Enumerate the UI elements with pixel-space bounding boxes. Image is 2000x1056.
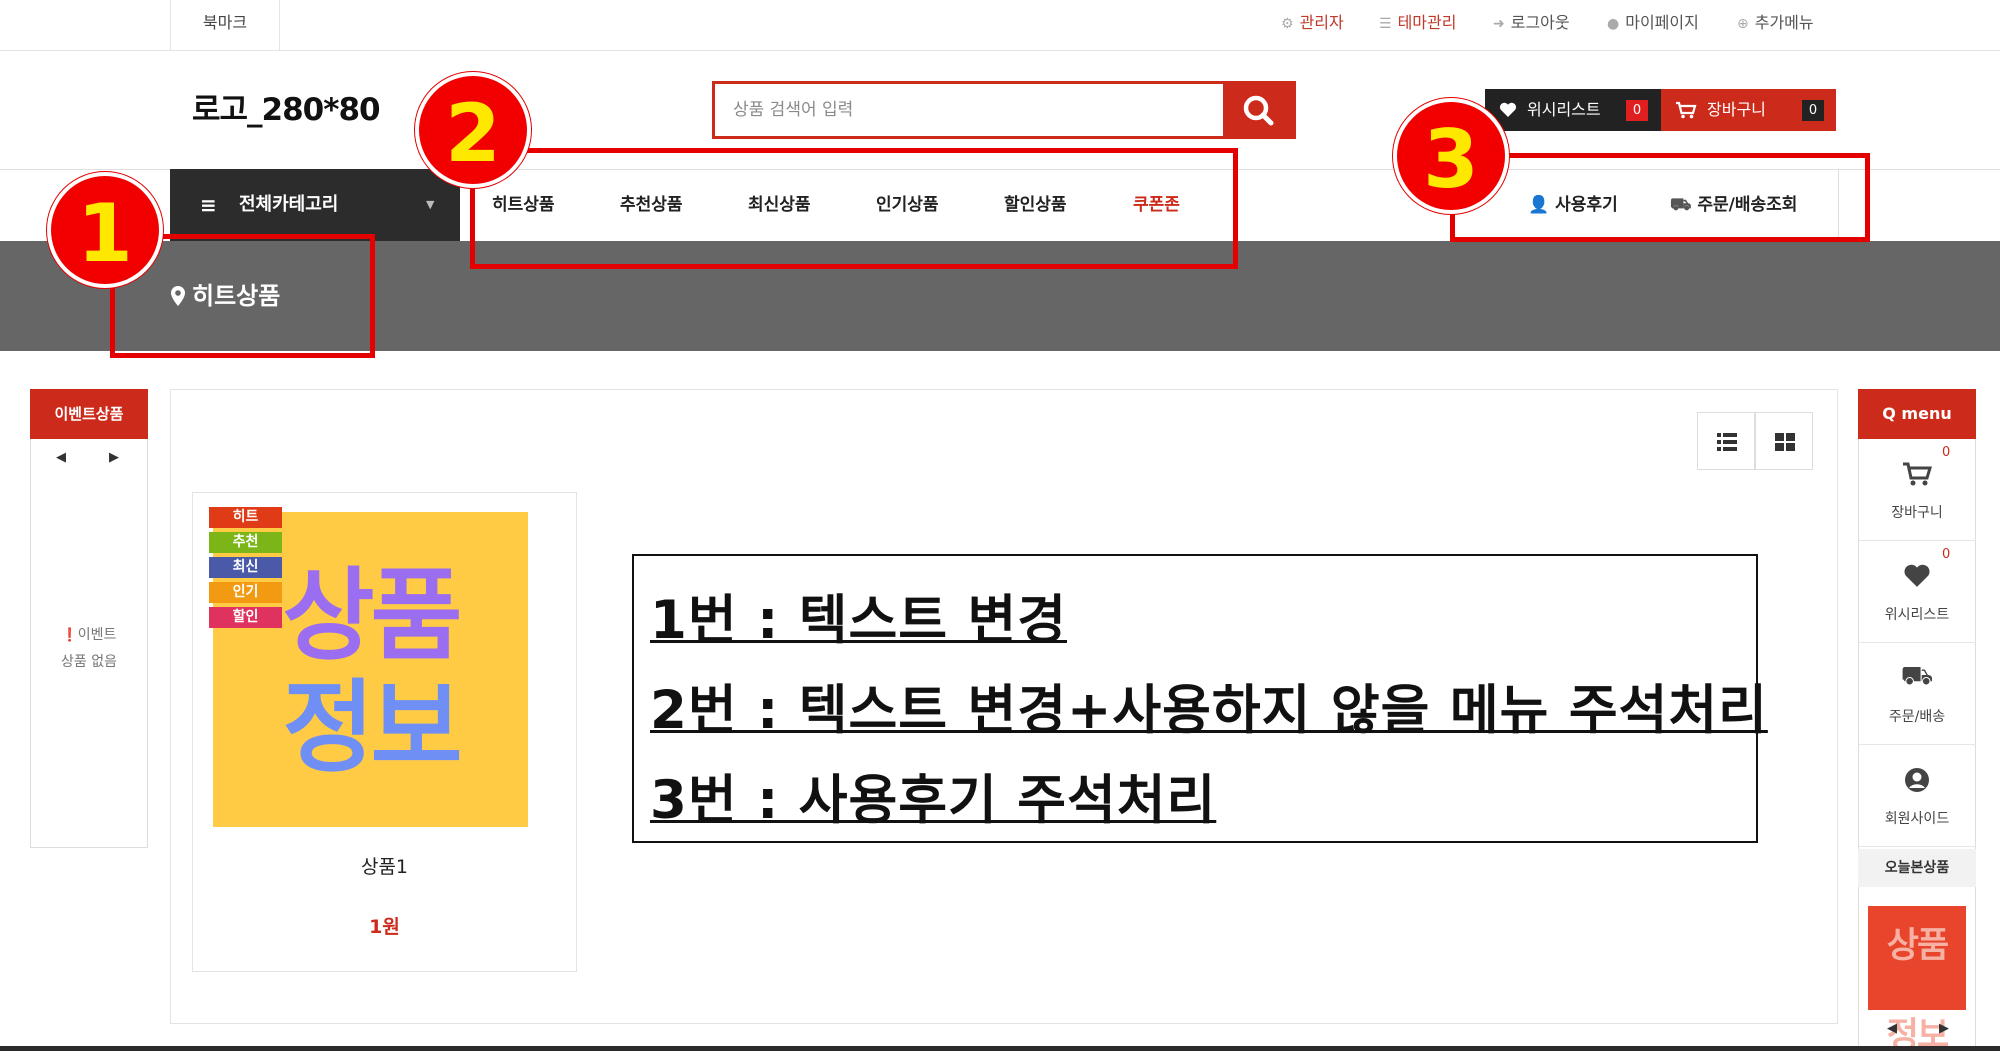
annotation-line-3: 3번 : 사용후기 주석처리 (650, 770, 1217, 831)
caret-down-icon: ▼ (426, 198, 435, 211)
event-title: 이벤트상품 (30, 389, 148, 439)
quick-cart-label: 장바구니 (1891, 505, 1943, 521)
annotation-box-2 (470, 148, 1238, 269)
recent-next-arrow[interactable]: ▶ (1939, 1021, 1949, 1036)
cart-icon (1903, 462, 1932, 486)
logout-label: 로그아웃 (1510, 13, 1570, 32)
tag-new: 최신 (209, 557, 282, 578)
search-input[interactable] (715, 84, 1251, 136)
event-empty-line1: 이벤트 (77, 627, 117, 643)
event-next-arrow[interactable]: ▶ (109, 450, 119, 465)
annotation-marker-3: 3 (1393, 98, 1509, 214)
admin-link[interactable]: ⚙ 관리자 (1281, 0, 1344, 46)
thumb-text: 상품 정보 (1886, 926, 1949, 1056)
hamburger-icon: ≡ (200, 193, 217, 217)
recently-viewed-title: 오늘본상품 (1858, 849, 1976, 887)
annotation-marker-1: 1 (47, 172, 163, 288)
admin-label: 관리자 (1299, 13, 1344, 32)
heart-icon (1904, 564, 1930, 587)
quick-cart-count: 0 (1942, 445, 1951, 460)
quick-order[interactable]: ⛟ 주문/배송 (1858, 643, 1976, 745)
tag-recommend: 추천 (209, 532, 282, 553)
top-utility-bar (0, 0, 2000, 51)
annotation-line-1: 1번 : 텍스트 변경 (650, 590, 1067, 651)
search-bar (712, 81, 1296, 139)
cart-icon (1676, 101, 1697, 119)
wishlist-label: 위시리스트 (1527, 100, 1601, 119)
event-empty-message: ❗이벤트 상품 없음 (30, 622, 148, 675)
grid-view-button[interactable] (1755, 412, 1813, 470)
theme-label: 테마관리 (1397, 13, 1457, 32)
gear-icon: ⚙ (1281, 16, 1294, 32)
logout-icon: ➜ (1493, 16, 1505, 32)
user-circle-icon (1905, 768, 1929, 792)
theme-link[interactable]: ☰ 테마관리 (1379, 0, 1456, 46)
search-icon (1243, 95, 1274, 126)
quick-wishlist[interactable]: 0 위시리스트 (1858, 541, 1976, 643)
quick-wishlist-label: 위시리스트 (1884, 607, 1950, 623)
quick-wishlist-count: 0 (1942, 547, 1951, 562)
sliders-icon: ☰ (1379, 16, 1392, 32)
annotation-line-2: 2번 : 텍스트 변경+사용하지 않을 메뉴 주석처리 (650, 680, 1768, 741)
cart-count-badge: 0 (1802, 100, 1824, 121)
bookmark-link[interactable]: 북마크 (170, 0, 280, 51)
tag-popular: 인기 (209, 582, 282, 603)
recently-viewed-thumbnail[interactable]: 상품 정보 (1868, 906, 1966, 1056)
annotation-box-3 (1450, 153, 1870, 242)
recent-prev-arrow[interactable]: ◀ (1887, 1021, 1897, 1036)
wishlist-count-badge: 0 (1626, 100, 1648, 121)
list-view-icon (1717, 433, 1737, 451)
user-circle-icon: ● (1607, 16, 1620, 32)
annotation-marker-2: 2 (415, 72, 531, 188)
more-menu-label: 추가메뉴 (1754, 13, 1814, 32)
logout-link[interactable]: ➜ 로그아웃 (1493, 0, 1570, 46)
all-categories-label: 전체카테고리 (239, 194, 339, 215)
grid-view-icon (1775, 433, 1795, 451)
more-menu-link[interactable]: ⊕ 추가메뉴 (1737, 0, 1814, 46)
quick-menu-title: Q menu (1858, 389, 1976, 439)
tag-hit: 히트 (209, 507, 282, 528)
plus-circle-icon: ⊕ (1737, 16, 1749, 32)
quick-order-label: 주문/배송 (1888, 709, 1946, 725)
info-icon: ❗ (61, 628, 78, 643)
truck-icon: ⛟ (1900, 661, 1934, 691)
cart-label: 장바구니 (1707, 100, 1766, 119)
tag-sale: 할인 (209, 607, 282, 628)
quick-member-label: 회원사이드 (1884, 811, 1950, 827)
quick-cart[interactable]: 0 장바구니 (1858, 439, 1976, 541)
site-logo[interactable]: 로고_280*80 (192, 84, 381, 129)
cart-button[interactable]: 장바구니 0 (1661, 89, 1836, 131)
product-price: 1원 (369, 916, 400, 938)
mypage-label: 마이페이지 (1625, 13, 1699, 32)
event-prev-arrow[interactable]: ◀ (56, 450, 66, 465)
event-empty-line2: 상품 없음 (61, 654, 117, 670)
product-name[interactable]: 상품1 (192, 852, 577, 879)
search-button[interactable] (1223, 84, 1293, 136)
list-view-button[interactable] (1697, 412, 1755, 470)
all-categories-button[interactable]: ≡ 전체카테고리 ▼ (170, 169, 460, 241)
heart-icon (1499, 102, 1517, 117)
quick-member[interactable]: 회원사이드 (1858, 745, 1976, 847)
wishlist-button[interactable]: 위시리스트 0 (1485, 89, 1661, 131)
footer-strip (0, 1046, 2000, 1051)
event-sidebar (30, 389, 148, 848)
mypage-link[interactable]: ● 마이페이지 (1607, 0, 1699, 46)
